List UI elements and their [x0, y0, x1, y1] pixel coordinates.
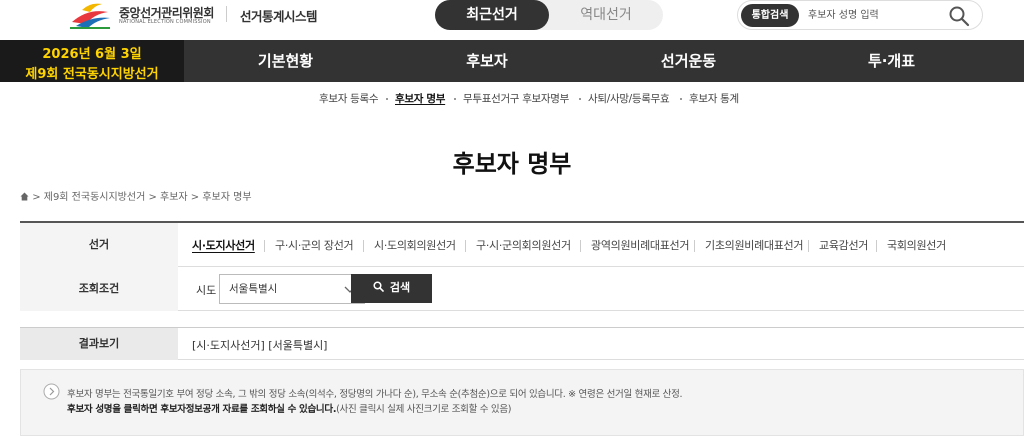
tab-provincial-proportional[interactable]: 광역의원비례대표선거: [591, 237, 690, 253]
election-period-toggle: 최근선거 역대선거: [435, 0, 663, 30]
notice-line-2-rest: (사진 클릭시 실제 사진크기로 조회할 수 있음): [336, 404, 512, 415]
tab-divider: [808, 240, 809, 252]
nav-candidates[interactable]: 후보자: [387, 40, 587, 82]
nav-voting-counting[interactable]: 투·개표: [790, 40, 993, 82]
search-button[interactable]: 검색: [351, 274, 432, 303]
election-name: 제9회 전국동시지방선거: [25, 67, 159, 82]
subnav-candidate-stats[interactable]: 후보자 통계: [689, 91, 739, 106]
main-nav: 2026년 6월 3일 제9회 전국동시지방선거 기본현황 후보자 선거운동 투…: [0, 40, 1024, 82]
nav-campaign[interactable]: 선거운동: [587, 40, 790, 82]
condition-row: 조회조건 시도 서울특별시 검색: [20, 267, 1024, 311]
tab-local-proportional[interactable]: 기초의원비례대표선거: [705, 237, 804, 253]
past-election-tab[interactable]: 역대선거: [549, 0, 663, 30]
search-icon: [373, 281, 384, 292]
integrated-search: 통합검색: [737, 0, 983, 30]
sido-select[interactable]: 서울특별시: [219, 274, 365, 304]
subnav-candidate-count[interactable]: 후보자 등록수: [319, 91, 379, 106]
search-button-label: 검색: [389, 282, 411, 294]
recent-election-tab[interactable]: 최근선거: [435, 0, 549, 30]
subnav-candidate-list[interactable]: 후보자 명부: [395, 91, 445, 106]
sido-selected-value: 서울특별시: [229, 283, 278, 295]
tab-divider: [264, 240, 265, 252]
sido-label: 시도: [196, 284, 217, 297]
tab-divider: [580, 240, 581, 252]
tab-divider: [465, 240, 466, 252]
subnav-withdrawn[interactable]: 사퇴/사망/등록무효: [588, 91, 670, 106]
election-event-banner[interactable]: 2026년 6월 3일 제9회 전국동시지방선거: [0, 40, 184, 82]
result-view-row: 결과보기 [시·도지사선거] [서울특별시]: [20, 327, 1024, 360]
nec-logo-icon[interactable]: [68, 0, 112, 30]
result-value: [시·도지사선거] [서울특별시]: [192, 339, 328, 352]
condition-label: 조회조건: [20, 267, 178, 311]
tab-national-assembly[interactable]: 국회의원선거: [887, 237, 946, 253]
tab-divider: [694, 240, 695, 252]
notice-line-2: 후보자 성명을 클릭하면 후보자정보공개 자료를 조회하실 수 있습니다.(사진…: [67, 401, 511, 415]
tab-provincial-council[interactable]: 시·도의회의원선거: [374, 237, 456, 253]
result-label: 결과보기: [20, 328, 178, 360]
page-title: 후보자 명부: [452, 150, 572, 178]
subnav-dot: [454, 98, 456, 100]
election-type-label: 선거: [20, 223, 178, 267]
notice-line-2-bold: 후보자 성명을 클릭하면 후보자정보공개 자료를 조회하실 수 있습니다.: [67, 404, 337, 415]
header-divider: [226, 6, 227, 22]
org-subname: NATIONAL ELECTION COMMISSION: [119, 19, 211, 25]
home-icon[interactable]: [20, 192, 29, 201]
subnav-dot: [680, 98, 682, 100]
system-title[interactable]: 선거통계시스템: [240, 6, 318, 25]
sub-nav: 후보자 등록수 후보자 명부 무투표선거구 후보자명부 사퇴/사망/등록무효 후…: [0, 82, 1024, 112]
tab-divider: [363, 240, 364, 252]
tab-divider: [876, 240, 877, 252]
notice-box: 후보자 명부는 전국통일기호 부여 정당 소속, 그 밖의 정당 소속(의석수,…: [20, 369, 1024, 436]
election-type-row: 선거 시·도지사선거 구·시·군의 장선거 시·도의회의원선거 구·시·군의회의…: [20, 223, 1024, 267]
chevron-right-circle-icon: [43, 383, 60, 400]
breadcrumb: > 제9회 전국동시지방선거 > 후보자 > 후보자 명부: [20, 188, 252, 203]
tab-local-head[interactable]: 구·시·군의 장선거: [275, 237, 354, 253]
top-header: 중앙선거관리위원회 NATIONAL ELECTION COMMISSION 선…: [0, 0, 1024, 40]
candidate-search-input[interactable]: [808, 6, 938, 25]
integrated-search-badge: 통합검색: [741, 4, 799, 27]
nav-basic-status[interactable]: 기본현황: [184, 40, 387, 82]
tab-governor[interactable]: 시·도지사선거: [192, 237, 255, 253]
notice-line-1: 후보자 명부는 전국통일기호 부여 정당 소속, 그 밖의 정당 소속(의석수,…: [67, 389, 683, 400]
search-icon[interactable]: [948, 5, 970, 27]
tab-superintendent[interactable]: 교육감선거: [819, 237, 868, 253]
tab-local-council[interactable]: 구·시·군의회의원선거: [476, 237, 571, 253]
search-filter-table: 선거 시·도지사선거 구·시·군의 장선거 시·도의회의원선거 구·시·군의회의…: [20, 221, 1024, 311]
subnav-dot: [579, 98, 581, 100]
subnav-dot: [386, 98, 388, 100]
election-date: 2026년 6월 3일: [42, 47, 142, 62]
breadcrumb-path[interactable]: > 제9회 전국동시지방선거 > 후보자 > 후보자 명부: [32, 192, 251, 203]
subnav-uncontested-list[interactable]: 무투표선거구 후보자명부: [463, 91, 569, 106]
